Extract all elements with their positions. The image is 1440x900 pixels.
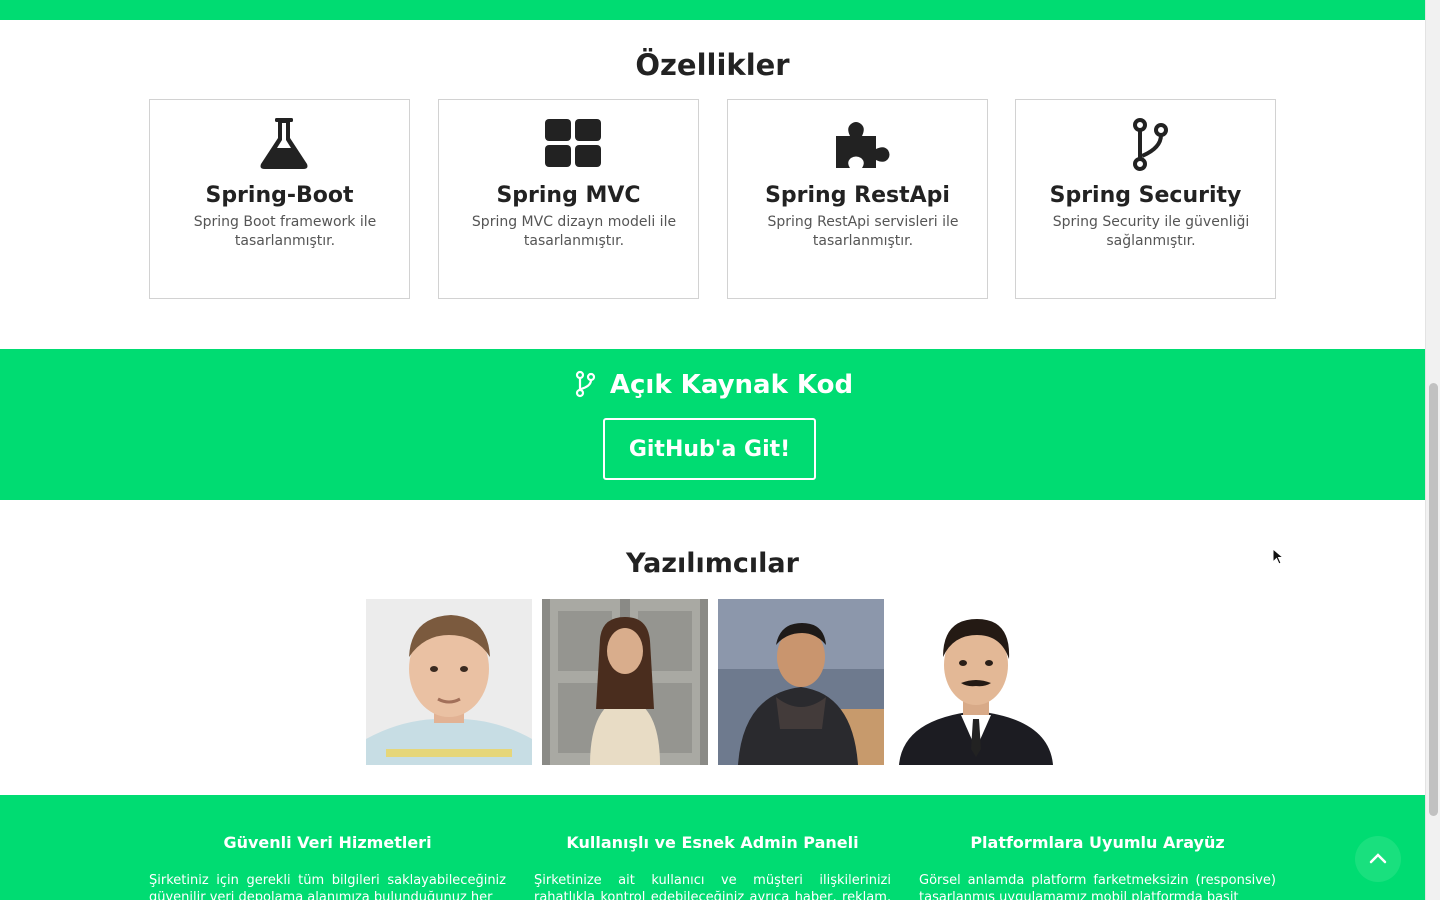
scroll-to-top-button[interactable] bbox=[1355, 836, 1401, 882]
github-button[interactable]: GitHub'a Git! bbox=[603, 418, 816, 480]
mouse-cursor-icon bbox=[1272, 548, 1284, 565]
feature-card-title: Spring Security bbox=[1049, 183, 1242, 208]
feature-card-spring-mvc: Spring MVC Spring MVC dizayn modeli ile … bbox=[438, 99, 699, 299]
footer-column-text: Şirketiniz için gerekli tüm bilgileri sa… bbox=[149, 873, 506, 900]
chevron-up-icon bbox=[1369, 853, 1387, 864]
open-source-title-text: Açık Kaynak Kod bbox=[609, 370, 854, 400]
branch-icon bbox=[1120, 116, 1180, 172]
feature-card-description: Spring RestApi servisleri ile tasarlanmı… bbox=[767, 214, 959, 249]
developer-photo bbox=[542, 599, 708, 765]
footer-column-text: Şirketinize ait kullanıcı ve müşteri ili… bbox=[534, 873, 891, 900]
footer-column: Güvenli Veri Hizmetleri Şirketiniz için … bbox=[149, 833, 506, 900]
feature-card-spring-restapi: Spring RestApi Spring RestApi servisleri… bbox=[727, 99, 988, 299]
open-source-section: Açık Kaynak Kod GitHub'a Git! bbox=[0, 349, 1425, 500]
open-source-title: Açık Kaynak Kod bbox=[0, 370, 1425, 400]
top-green-band bbox=[0, 0, 1425, 20]
grid-icon bbox=[543, 116, 603, 172]
developer-photo bbox=[893, 599, 1059, 765]
puzzle-icon bbox=[832, 116, 892, 172]
feature-card-description: Spring Security ile güvenliği sağlanmışt… bbox=[1052, 214, 1250, 249]
footer-column-title: Güvenli Veri Hizmetleri bbox=[223, 833, 432, 852]
branch-icon bbox=[572, 370, 598, 398]
feature-card-title: Spring MVC bbox=[496, 183, 641, 208]
developer-photo bbox=[718, 599, 884, 765]
feature-card-spring-security: Spring Security Spring Security ile güve… bbox=[1015, 99, 1276, 299]
footer-column: Platformlara Uyumlu Arayüz Görsel anlamd… bbox=[919, 833, 1276, 900]
developer-photo bbox=[366, 599, 532, 765]
feature-card-spring-boot: Spring-Boot Spring Boot framework ile ta… bbox=[149, 99, 410, 299]
footer-column-title: Kullanışlı ve Esnek Admin Paneli bbox=[566, 833, 859, 852]
scrollbar-thumb[interactable] bbox=[1429, 383, 1438, 816]
feature-card-title: Spring RestApi bbox=[765, 183, 950, 208]
feature-card-description: Spring Boot framework ile tasarlanmıştır… bbox=[193, 214, 377, 249]
footer-column-text: Görsel anlamda platform farketmeksizin (… bbox=[919, 873, 1276, 900]
vertical-scrollbar[interactable] bbox=[1425, 0, 1440, 900]
footer-section: Güvenli Veri Hizmetleri Şirketiniz için … bbox=[0, 795, 1425, 900]
feature-card-description: Spring MVC dizayn modeli ile tasarlanmış… bbox=[471, 214, 677, 249]
developers-title: Yazılımcılar bbox=[626, 548, 799, 579]
features-title: Özellikler bbox=[635, 48, 790, 82]
footer-column: Kullanışlı ve Esnek Admin Paneli Şirketi… bbox=[534, 833, 891, 900]
feature-card-title: Spring-Boot bbox=[205, 183, 354, 208]
flask-icon bbox=[254, 116, 314, 172]
page: Özellikler Spring-Boot Spring Boot frame… bbox=[0, 0, 1425, 900]
footer-column-title: Platformlara Uyumlu Arayüz bbox=[970, 833, 1225, 852]
